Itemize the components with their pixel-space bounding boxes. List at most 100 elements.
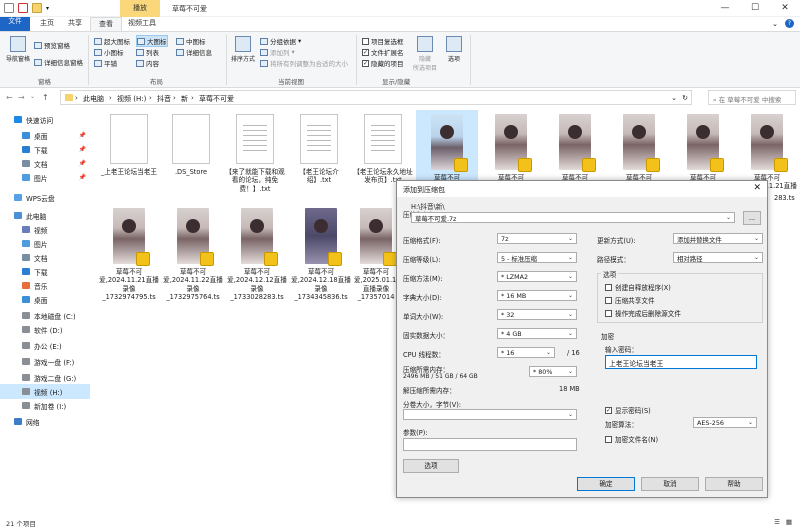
item-checkboxes-toggle[interactable]: 项目复选框: [362, 36, 404, 46]
compress-shared-checkbox[interactable]: 压缩共享文件: [605, 295, 655, 305]
group-by-button[interactable]: 分组依据 ▾: [260, 36, 301, 46]
file-item[interactable]: 草莓不可爱,2024.11.17直播: [416, 110, 478, 191]
tab-file[interactable]: 文件: [0, 17, 30, 31]
close-button[interactable]: ✕: [770, 0, 800, 17]
context-tab-play[interactable]: 播放: [120, 0, 160, 17]
layout-medium[interactable]: 中图标: [176, 36, 206, 46]
breadcrumb-current[interactable]: 草莓不可爱: [199, 94, 234, 104]
pin-icon[interactable]: 📌: [79, 174, 86, 181]
file-item[interactable]: 【老王论坛介绍】.txt: [288, 114, 350, 185]
breadcrumb-this-pc[interactable]: 此电脑: [83, 94, 104, 104]
close-icon[interactable]: ✕: [753, 183, 761, 193]
help-icon[interactable]: ?: [785, 19, 794, 28]
cpu-threads-select[interactable]: * 16 ⌄: [497, 347, 555, 358]
file-extensions-toggle[interactable]: ✓ 文件扩展名: [362, 47, 404, 57]
checkbox-icon[interactable]: [18, 3, 28, 13]
back-arrow-icon[interactable]: ←: [6, 93, 13, 102]
sidebar-item-2[interactable]: 下载 📌: [0, 142, 90, 157]
layout-small[interactable]: 小图标: [94, 47, 124, 57]
layout-content[interactable]: 内容: [136, 58, 159, 68]
file-item[interactable]: 草莓不可爱,2024.12.12直播录像_1733028283.ts: [226, 208, 288, 302]
delete-after-checkbox[interactable]: 操作完成后删除源文件: [605, 308, 681, 318]
sidebar-item-9[interactable]: 文档: [0, 250, 90, 265]
folder-icon[interactable]: [32, 3, 42, 13]
pin-icon[interactable]: 📌: [79, 132, 86, 139]
save-icon[interactable]: [4, 3, 14, 13]
search-input[interactable]: ⌕ 在 草莓不可爱 中搜索: [708, 90, 796, 105]
sidebar-item-1[interactable]: 桌面 📌: [0, 128, 90, 143]
layout-large[interactable]: 大图标: [136, 35, 168, 47]
forward-arrow-icon[interactable]: →: [18, 93, 25, 102]
memory-usage-select[interactable]: * 80% ⌄: [529, 366, 577, 377]
dictionary-select[interactable]: * 16 MB ⌄: [497, 290, 577, 301]
encrypt-filenames-checkbox[interactable]: 加密文件名(N): [605, 434, 658, 444]
file-item[interactable]: 【来了就能下载和观看的论坛，纯免费！】.txt: [224, 114, 286, 193]
pin-icon[interactable]: 📌: [79, 160, 86, 167]
options-button[interactable]: 选项: [444, 36, 464, 63]
sidebar-item-17[interactable]: 游戏二盘 (G:): [0, 370, 90, 385]
sidebar-item-5[interactable]: WPS云盘: [0, 190, 90, 205]
sidebar-item-14[interactable]: 软件 (D:): [0, 322, 90, 337]
chevron-down-icon[interactable]: ⌄: [671, 94, 677, 102]
file-item[interactable]: 草莓不可爱,2024.12.18直播录像_1734345836.ts: [290, 208, 352, 302]
sidebar-item-13[interactable]: 本地磁盘 (C:): [0, 308, 90, 323]
archive-name-combo[interactable]: 草莓不可爱.7z ⌄: [411, 212, 735, 223]
sidebar-item-16[interactable]: 游戏一盘 (F:): [0, 354, 90, 369]
refresh-icon[interactable]: ↻: [682, 94, 688, 102]
cancel-button[interactable]: 取消: [641, 477, 699, 491]
large-icons-view-icon[interactable]: ▦: [786, 518, 792, 526]
sidebar-item-7[interactable]: 视频: [0, 222, 90, 237]
sidebar-item-8[interactable]: 图片: [0, 236, 90, 251]
sidebar-item-10[interactable]: 下载: [0, 264, 90, 279]
sort-by-button[interactable]: 排序方式: [230, 36, 256, 63]
method-select[interactable]: * LZMA2 ⌄: [497, 271, 577, 282]
split-volume-combo[interactable]: ⌄: [403, 409, 577, 420]
sidebar-item-18[interactable]: 视频 (H:): [0, 384, 90, 399]
address-bar[interactable]: › 此电脑 › 视频 (H:) › 抖音 › 新 › 草莓不可爱 ⌄ ↻: [60, 90, 692, 105]
breadcrumb-douyin[interactable]: 抖音: [157, 94, 171, 104]
fit-columns-button[interactable]: 将所有列调整为合适的大小: [260, 58, 348, 68]
maximize-button[interactable]: ☐: [740, 0, 770, 17]
tab-view[interactable]: 查看: [90, 17, 122, 31]
browse-button[interactable]: ...: [743, 211, 761, 225]
sidebar-item-6[interactable]: 此电脑: [0, 208, 90, 223]
pin-icon[interactable]: 📌: [79, 146, 86, 153]
show-password-checkbox[interactable]: ✓ 显示密码(S): [605, 405, 651, 415]
breadcrumb-new[interactable]: 新: [181, 94, 188, 104]
ok-button[interactable]: 确定: [577, 477, 635, 491]
create-sfx-checkbox[interactable]: 创建自释放程序(X): [605, 282, 671, 292]
file-item[interactable]: 【老王论坛永久地址发布页】.txt: [352, 114, 414, 185]
sidebar-item-3[interactable]: 文档 📌: [0, 156, 90, 171]
hide-selected-button[interactable]: 隐藏 所选项目: [410, 36, 440, 72]
layout-list[interactable]: 列表: [136, 47, 159, 57]
details-pane-button[interactable]: 详细信息窗格: [34, 57, 83, 67]
help-button[interactable]: 帮助: [705, 477, 763, 491]
preview-pane-button[interactable]: 预览窗格: [34, 40, 70, 50]
parameters-input[interactable]: [403, 438, 577, 451]
sidebar-item-15[interactable]: 办公 (E:): [0, 338, 90, 353]
encryption-method-select[interactable]: AES-256 ⌄: [693, 417, 757, 428]
layout-details[interactable]: 详细信息: [176, 47, 212, 57]
word-size-select[interactable]: * 32 ⌄: [497, 309, 577, 320]
file-item[interactable]: 草莓不可爱,2024.11.22直播录像_1732975764.ts: [162, 208, 224, 302]
nav-pane-button[interactable]: 导航窗格: [6, 36, 30, 63]
update-mode-select[interactable]: 添加并替换文件 ⌄: [673, 233, 763, 244]
file-item[interactable]: .DS_Store: [160, 114, 222, 176]
details-view-icon[interactable]: ☰: [774, 518, 780, 526]
minimize-button[interactable]: —: [710, 0, 740, 17]
level-select[interactable]: 5 - 标准压缩 ⌄: [497, 252, 577, 263]
tab-video-tools[interactable]: 视频工具: [120, 17, 164, 31]
tab-home[interactable]: 主页: [32, 17, 62, 31]
layout-tiles[interactable]: 平铺: [94, 58, 117, 68]
file-item[interactable]: 草莓不可爱,2024.11.21直播录像_1732974795.ts: [98, 208, 160, 302]
tab-share[interactable]: 共享: [60, 17, 90, 31]
chevron-down-icon[interactable]: ▾: [46, 5, 49, 12]
file-item[interactable]: _上老王论坛当老王: [98, 114, 160, 176]
layout-extra-large[interactable]: 超大图标: [94, 36, 130, 46]
sidebar-item-12[interactable]: 桌面: [0, 292, 90, 307]
sidebar-item-19[interactable]: 新加卷 (I:): [0, 398, 90, 413]
sidebar-item-4[interactable]: 图片 📌: [0, 170, 90, 185]
sidebar-item-0[interactable]: 快速访问: [0, 112, 90, 127]
chevron-down-icon[interactable]: ⌄: [30, 93, 35, 100]
options-button[interactable]: 选项: [403, 459, 459, 473]
